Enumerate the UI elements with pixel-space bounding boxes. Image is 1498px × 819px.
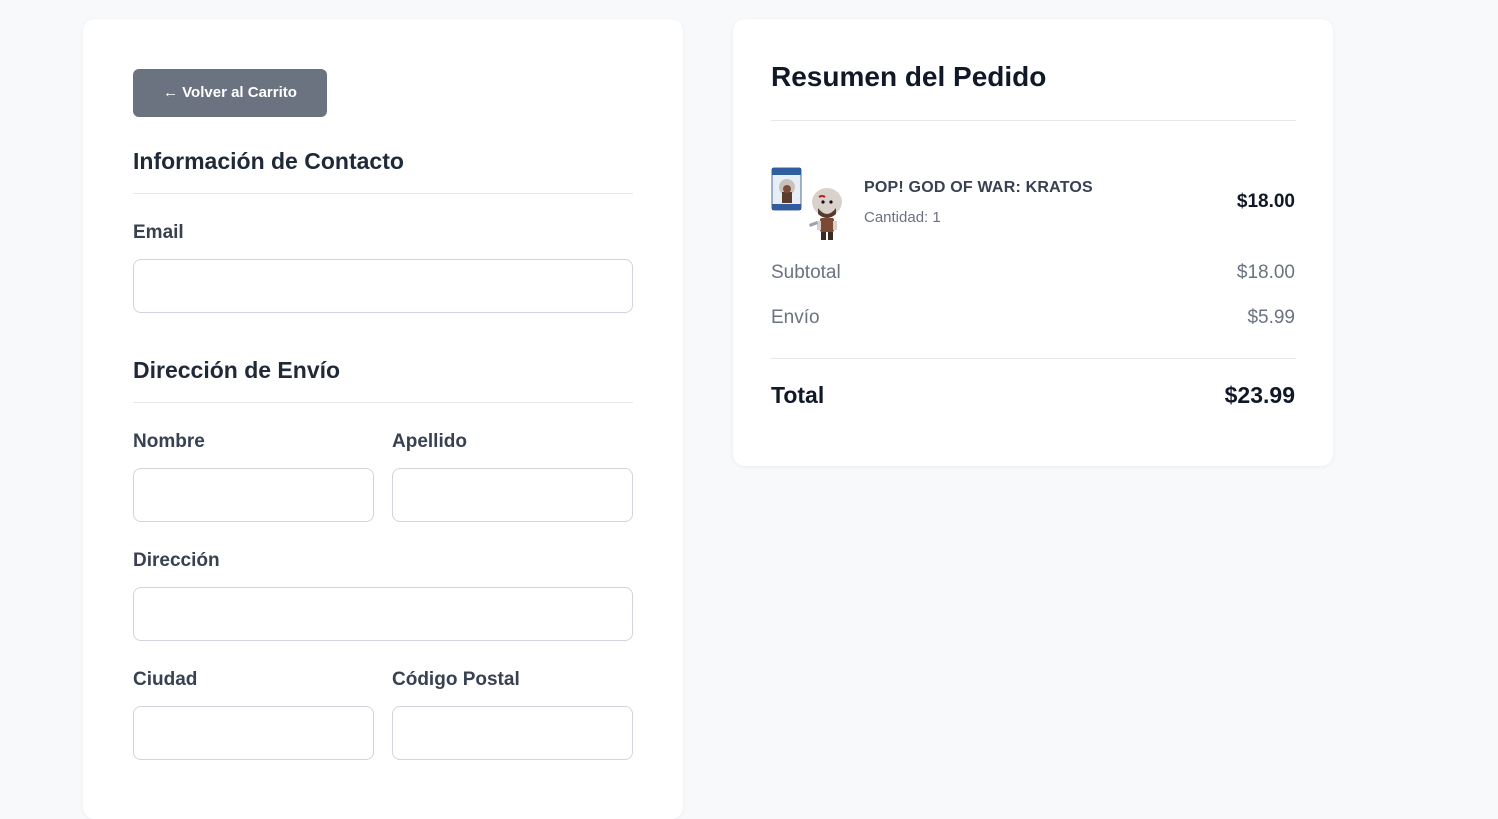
address-field[interactable]	[133, 587, 633, 641]
subtotal-label: Subtotal	[771, 262, 841, 283]
product-price: $18.00	[1236, 191, 1295, 212]
first-name-field[interactable]	[133, 468, 374, 522]
city-field[interactable]	[133, 706, 374, 760]
last-name-label: Apellido	[392, 431, 467, 452]
address-label: Dirección	[133, 550, 220, 571]
summary-title-divider	[771, 120, 1296, 121]
checkout-form-card: ← Volver al Carrito	[83, 19, 683, 819]
email-field[interactable]	[133, 259, 633, 313]
contact-section-title: Información de Contacto	[133, 148, 404, 174]
postal-code-label: Código Postal	[392, 669, 520, 690]
first-name-label: Nombre	[133, 431, 205, 452]
subtotal-value: $18.00	[1236, 262, 1295, 283]
total-divider	[771, 358, 1296, 359]
order-summary-title: Resumen del Pedido	[771, 61, 1047, 92]
product-quantity: Cantidad: 1	[864, 209, 941, 226]
total-value: $23.99	[1224, 382, 1295, 408]
back-to-cart-button[interactable]: ← Volver al Carrito	[133, 69, 327, 117]
city-label: Ciudad	[133, 669, 198, 690]
shipping-section-title: Dirección de Envío	[133, 357, 341, 383]
email-label: Email	[133, 222, 184, 243]
shipping-cost-label: Envío	[771, 307, 820, 328]
shipping-cost-value: $5.99	[1247, 307, 1295, 328]
shipping-section-divider	[133, 402, 633, 403]
product-name: POP! GOD OF WAR: KRATOS	[864, 179, 1093, 196]
contact-section-divider	[133, 193, 633, 194]
product-image	[771, 166, 845, 241]
last-name-field[interactable]	[392, 468, 633, 522]
postal-code-field[interactable]	[392, 706, 633, 760]
total-label: Total	[771, 382, 825, 408]
funko-pop-kratos-icon	[771, 167, 842, 240]
